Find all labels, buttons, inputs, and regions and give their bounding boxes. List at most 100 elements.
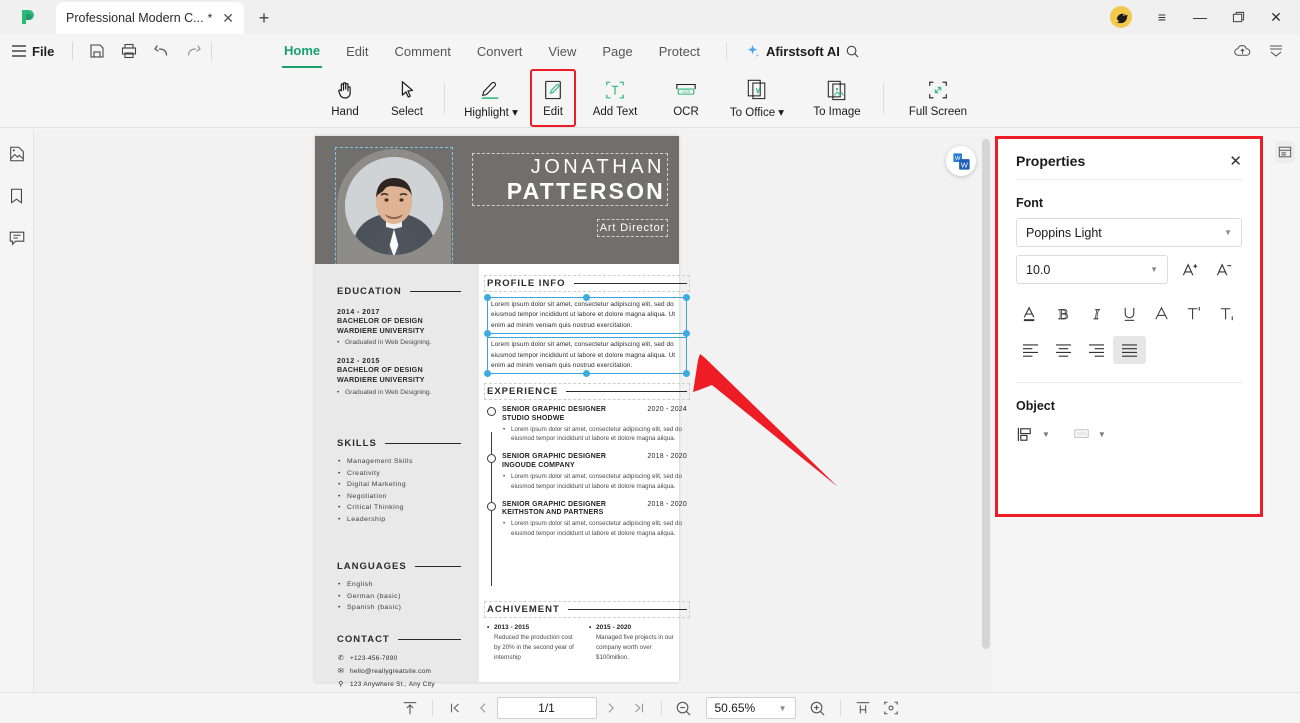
tool-to-image[interactable]: To Image [797,70,877,126]
resize-handle-sw[interactable] [484,330,491,338]
tool-add-text[interactable]: Add Text [575,70,655,126]
tool-edit[interactable]: Edit [530,68,576,127]
font-color-button[interactable] [1014,298,1047,328]
hamburger-icon [12,45,26,57]
divider [573,283,687,284]
align-objects-button[interactable]: ▼ [1016,425,1050,444]
vertical-scrollbar[interactable] [982,139,990,684]
redo-icon[interactable] [183,41,203,61]
search-icon[interactable] [840,36,866,66]
zoom-in-icon[interactable] [804,696,832,720]
tab-view[interactable]: View [546,34,578,68]
last-page-button[interactable] [625,696,653,720]
languages-section[interactable]: LANGUAGES English German (basic) Spanish… [337,561,461,616]
thumbnail-icon[interactable] [6,143,28,165]
resume-role[interactable]: Art Director [596,219,669,237]
profile-paragraph-1-box[interactable]: Lorem ipsum dolor sit amet, consectetur … [484,294,690,338]
bookmark-icon[interactable] [6,185,28,207]
tool-hand[interactable]: Hand [314,70,376,126]
close-icon[interactable]: ✕ [222,11,234,25]
achievement-date: 2015 - 2020 [589,624,677,631]
app-menu-button[interactable]: ≡ [1144,2,1180,32]
experience-section[interactable]: EXPERIENCE SENIOR GRAPHIC DESIGNER 2020 … [484,383,690,586]
tool-full-screen[interactable]: Full Screen [890,70,986,126]
contact-section[interactable]: CONTACT ✆ +123-456-7890 ✉ hello@reallygr… [337,634,461,692]
tab-home[interactable]: Home [282,34,323,68]
bold-button[interactable]: B [1047,298,1080,328]
increase-font-size-icon[interactable] [1178,258,1202,282]
cloud-upload-icon[interactable] [1232,41,1252,61]
skills-section[interactable]: SKILLS Management Skills Creativity Digi… [337,438,461,527]
profile-paragraph-2-box[interactable]: Lorem ipsum dolor sit amet, consectetur … [484,337,690,378]
contact-title: CONTACT [337,634,390,645]
print-icon[interactable] [119,41,139,61]
resize-handle-nw[interactable] [484,294,491,301]
convert-to-word-icon[interactable]: WW [946,146,976,176]
prev-page-button[interactable] [469,696,497,720]
fit-page-icon[interactable] [396,696,424,720]
restore-button[interactable] [1220,2,1256,32]
resize-handle-sw[interactable] [484,370,491,378]
resize-handle-se[interactable] [683,370,690,378]
properties-panel-toggle[interactable] [1275,141,1295,163]
new-tab-button[interactable]: + [244,2,284,34]
scrollbar-thumb[interactable] [982,139,990,649]
align-center-button[interactable] [1047,336,1080,364]
education-note: Graduated in Web Designing. [337,339,461,346]
crop-view-icon[interactable] [877,696,905,720]
close-icon[interactable]: ✕ [1229,154,1242,169]
object-order-icon [1074,429,1089,438]
resize-handle-n[interactable] [583,294,590,301]
tab-protect[interactable]: Protect [657,34,702,68]
profile-info-section[interactable]: PROFILE INFO Lorem ipsum dolor sit amet,… [484,275,690,378]
comment-icon[interactable] [6,227,28,249]
pdf-page[interactable]: JONATHAN PATTERSON Art Director EDUCATIO… [315,136,690,688]
undo-icon[interactable] [151,41,171,61]
strikethrough-button[interactable] [1145,298,1178,328]
align-justify-button[interactable] [1113,336,1146,364]
selected-text-block[interactable]: Lorem ipsum dolor sit amet, consectetur … [484,294,690,378]
subscript-button[interactable] [1211,298,1244,328]
align-left-button[interactable] [1014,336,1047,364]
document-canvas[interactable]: WW JONATHAN PATTERSON Art Director EDUCA… [34,129,992,692]
save-icon[interactable] [87,41,107,61]
font-size-select[interactable]: 10.0 ▼ [1016,255,1168,284]
split-view-icon[interactable] [849,696,877,720]
page-number-input[interactable]: 1/1 [496,697,597,719]
tool-select[interactable]: Select [376,70,438,126]
font-family-select[interactable]: Poppins Light ▼ [1016,218,1242,247]
resize-handle-ne[interactable] [683,294,690,301]
align-right-button[interactable] [1080,336,1113,364]
next-page-button[interactable] [597,696,625,720]
education-date: 2012 - 2015 [337,356,380,366]
first-page-button[interactable] [441,696,469,720]
resize-handle-s[interactable] [583,370,590,378]
achievement-section[interactable]: ACHIVEMENT 2013 - 2015 Reduced the produ… [484,601,690,663]
avatar[interactable] [1110,6,1132,28]
afirstsoft-ai-button[interactable]: Afirstsoft AI [745,44,840,59]
minimize-button[interactable]: — [1182,2,1218,32]
zoom-out-icon[interactable] [670,696,698,720]
tab-page[interactable]: Page [600,34,634,68]
close-window-button[interactable]: ✕ [1258,2,1294,32]
education-section[interactable]: EDUCATION 2014 - 2017 BACHELOR OF DESIGN… [337,286,461,396]
decrease-font-size-icon[interactable] [1212,258,1236,282]
underline-button[interactable] [1113,298,1146,328]
tool-ocr[interactable]: OCR OCR [655,70,717,126]
superscript-button[interactable] [1178,298,1211,328]
collapse-ribbon-icon[interactable] [1266,41,1286,61]
file-menu-button[interactable]: File [0,44,64,59]
resize-handle-se[interactable] [683,330,690,338]
tab-edit[interactable]: Edit [344,34,370,68]
tab-convert[interactable]: Convert [475,34,525,68]
tool-to-office[interactable]: To Office ▾ [717,70,797,126]
italic-button[interactable]: I [1080,298,1113,328]
tool-highlight[interactable]: Highlight ▾ [451,70,531,126]
tab-comment[interactable]: Comment [393,34,453,68]
document-tab[interactable]: Professional Modern C... * ✕ [56,2,244,34]
object-order-button[interactable]: ▼ [1072,425,1106,444]
tool-select-label: Select [391,106,423,118]
zoom-level-select[interactable]: 50.65% ▼ [705,697,796,719]
properties-panel: Properties ✕ Font Poppins Light ▼ 10.0 ▼ [995,136,1263,517]
resume-name-block[interactable]: JONATHAN PATTERSON [472,152,668,207]
